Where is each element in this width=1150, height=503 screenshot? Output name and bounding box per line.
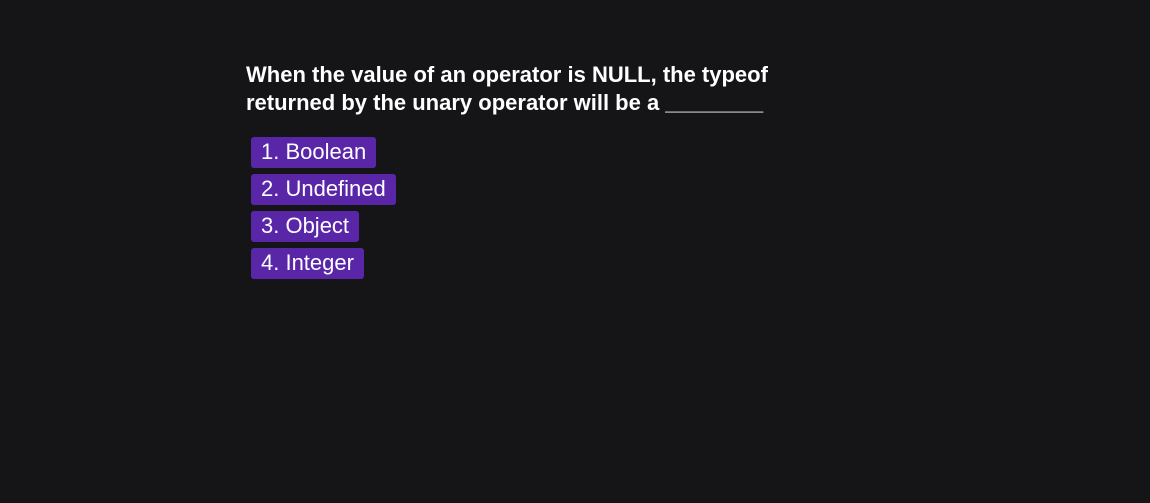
answer-option-1[interactable]: 1. Boolean xyxy=(251,137,377,168)
answer-option-3[interactable]: 3. Object xyxy=(251,211,360,242)
question-text: When the value of an operator is NULL, t… xyxy=(246,62,768,115)
answer-options-list: 1. Boolean 2. Undefined 3. Object 4. Int… xyxy=(251,137,846,279)
quiz-container: When the value of an operator is NULL, t… xyxy=(246,61,846,285)
answer-option-2[interactable]: 2. Undefined xyxy=(251,174,396,205)
answer-option-4[interactable]: 4. Integer xyxy=(251,248,364,279)
